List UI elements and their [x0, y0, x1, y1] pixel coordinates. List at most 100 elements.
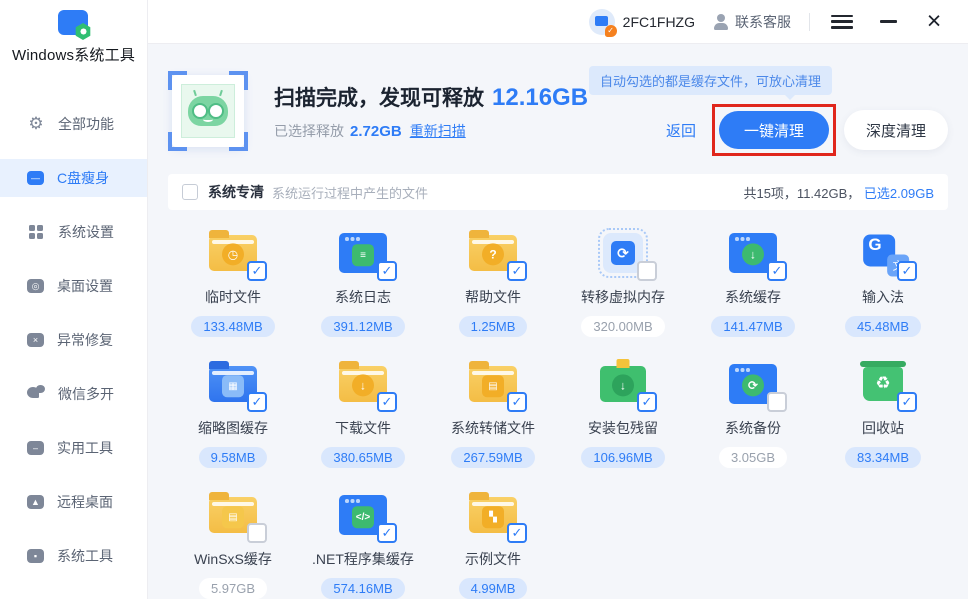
minimize-icon: [880, 20, 897, 23]
item-name: 系统缓存: [725, 287, 781, 307]
section-stats: 共15项，11.42GB， 已选2.09GB: [743, 183, 934, 202]
sidebar-item-desktop-settings[interactable]: ◎ 桌面设置: [0, 267, 147, 305]
cleanup-item-dotnet-cache[interactable]: </> ✓ .NET程序集缓存 574.16MB: [298, 492, 428, 599]
item-checkbox[interactable]: ✓: [247, 392, 267, 412]
item-checkbox[interactable]: [247, 523, 267, 543]
highlight-annotation: 一键清理: [712, 104, 836, 156]
item-checkbox[interactable]: ✓: [377, 392, 397, 412]
item-size-badge: 391.12MB: [321, 316, 404, 337]
app-logo: Windows系统工具: [0, 0, 147, 65]
app-title: Windows系统工具: [8, 44, 139, 65]
cleanup-item-help-files[interactable]: ? ✓ 帮助文件 1.25MB: [428, 230, 558, 337]
cleanup-items-grid: ◷ ✓ 临时文件 133.48MB ≡ ✓ 系统日志 391.12MB: [168, 210, 948, 599]
item-name: WinSxS缓存: [194, 549, 272, 569]
cleanup-item-temp-files[interactable]: ◷ ✓ 临时文件 133.48MB: [168, 230, 298, 337]
remote-desktop-icon: ▲: [27, 495, 44, 509]
item-checkbox[interactable]: ✓: [377, 261, 397, 281]
cleanup-item-input-method[interactable]: G ✓ 输入法 45.48MB: [818, 230, 948, 337]
sidebar-item-c-drive-slim[interactable]: — C盘瘦身: [0, 159, 147, 197]
one-click-clean-button[interactable]: 一键清理: [719, 111, 829, 149]
item-checkbox[interactable]: ✓: [897, 392, 917, 412]
cleanup-item-virtual-memory[interactable]: ⟳ 转移虚拟内存 320.00MB: [558, 230, 688, 337]
back-button[interactable]: 返回: [666, 120, 696, 141]
sidebar-item-label: 实用工具: [57, 438, 113, 458]
system-cache-window-icon: ↓ ✓: [727, 230, 779, 276]
item-checkbox[interactable]: ✓: [247, 261, 267, 281]
thumbnail-cache-folder-icon: ▦ ✓: [207, 361, 259, 407]
item-name: 下载文件: [335, 418, 391, 438]
sidebar-nav: ⚙ 全部功能 — C盘瘦身 系统设置 ◎ 桌面设置 × 异常修复 微信多开 – …: [0, 105, 147, 575]
sample-files-folder-icon: ▚ ✓: [467, 492, 519, 538]
contact-support-button[interactable]: 联系客服: [713, 12, 791, 32]
dump-files-folder-icon: ▤ ✓: [467, 361, 519, 407]
item-name: 安装包残留: [588, 418, 658, 438]
menu-button[interactable]: [828, 8, 856, 36]
item-checkbox[interactable]: ✓: [637, 392, 657, 412]
sidebar-item-system-tools[interactable]: ▪ 系统工具: [0, 537, 147, 575]
item-checkbox[interactable]: [637, 261, 657, 281]
stats-selected[interactable]: 已选2.09GB: [864, 186, 934, 201]
item-checkbox[interactable]: ✓: [507, 523, 527, 543]
cleanup-item-recycle-bin[interactable]: ♻ ✓ 回收站 83.34MB: [818, 361, 948, 468]
cleanup-item-system-backup[interactable]: ⟳ 系统备份 3.05GB: [688, 361, 818, 468]
item-name: 临时文件: [205, 287, 261, 307]
gear-icon: ⚙: [27, 115, 45, 133]
sidebar-item-label: 全部功能: [58, 114, 114, 134]
toolbox-icon: –: [27, 441, 44, 455]
item-checkbox[interactable]: ✓: [897, 261, 917, 281]
cleanup-item-system-cache[interactable]: ↓ ✓ 系统缓存 141.47MB: [688, 230, 818, 337]
item-size-badge: 5.97GB: [199, 578, 267, 599]
select-all-checkbox[interactable]: [182, 184, 198, 200]
app-logo-icon: [56, 10, 92, 40]
item-checkbox[interactable]: ✓: [507, 261, 527, 281]
account-badge[interactable]: 2FC1FHZG: [589, 9, 695, 35]
cleanup-item-thumbnail-cache[interactable]: ▦ ✓ 缩略图缓存 9.58MB: [168, 361, 298, 468]
item-checkbox[interactable]: ✓: [767, 261, 787, 281]
close-button[interactable]: ×: [920, 8, 948, 36]
sidebar-item-utilities[interactable]: – 实用工具: [0, 429, 147, 467]
hamburger-icon: [831, 15, 853, 29]
item-name: 系统备份: [725, 418, 781, 438]
titlebar-divider: [809, 13, 810, 31]
sidebar-item-all-features[interactable]: ⚙ 全部功能: [0, 105, 147, 143]
cleanup-item-system-logs[interactable]: ≡ ✓ 系统日志 391.12MB: [298, 230, 428, 337]
item-checkbox[interactable]: ✓: [377, 523, 397, 543]
system-clean-section-header: 系统专清 系统运行过程中产生的文件 共15项，11.42GB， 已选2.09GB: [168, 174, 948, 210]
sidebar-item-remote-desktop[interactable]: ▲ 远程桌面: [0, 483, 147, 521]
item-size-badge: 320.00MB: [581, 316, 664, 337]
item-size-badge: 3.05GB: [719, 447, 787, 468]
sidebar-item-wechat-multi[interactable]: 微信多开: [0, 375, 147, 413]
item-checkbox[interactable]: ✓: [507, 392, 527, 412]
cleanup-item-installer-residue[interactable]: ↓ ✓ 安装包残留 106.96MB: [558, 361, 688, 468]
dotnet-cache-window-icon: </> ✓: [337, 492, 389, 538]
sidebar-item-label: 微信多开: [58, 384, 114, 404]
deep-clean-button[interactable]: 深度清理: [844, 110, 948, 150]
item-size-badge: 133.48MB: [191, 316, 274, 337]
cleanup-item-sample-files[interactable]: ▚ ✓ 示例文件 4.99MB: [428, 492, 558, 599]
apps-grid-icon: [27, 223, 45, 241]
recycle-bin-trash-icon: ♻ ✓: [857, 361, 909, 407]
minimize-button[interactable]: [874, 8, 902, 36]
sidebar-item-error-repair[interactable]: × 异常修复: [0, 321, 147, 359]
sidebar-item-label: 远程桌面: [57, 492, 113, 512]
item-name: 帮助文件: [465, 287, 521, 307]
sidebar: Windows系统工具 ⚙ 全部功能 — C盘瘦身 系统设置 ◎ 桌面设置 × …: [0, 0, 148, 599]
item-size-badge: 106.96MB: [581, 447, 664, 468]
cleanup-item-dump-files[interactable]: ▤ ✓ 系统转储文件 267.59MB: [428, 361, 558, 468]
item-name: 缩略图缓存: [198, 418, 268, 438]
item-name: .NET程序集缓存: [312, 549, 414, 569]
temp-files-folder-icon: ◷ ✓: [207, 230, 259, 276]
item-size-badge: 380.65MB: [321, 447, 404, 468]
robot-face-icon: [188, 96, 228, 126]
virtual-memory-chip-icon: ⟳: [597, 230, 649, 276]
item-checkbox[interactable]: [767, 392, 787, 412]
main-content: 扫描完成，发现可释放 12.16GB 已选择释放 2.72GB 重新扫描 自动勾…: [148, 44, 968, 599]
title-bar: 2FC1FHZG 联系客服 ×: [148, 0, 968, 44]
item-name: 转移虚拟内存: [581, 287, 665, 307]
sidebar-item-system-settings[interactable]: 系统设置: [0, 213, 147, 251]
item-size-badge: 4.99MB: [459, 578, 528, 599]
cleanup-item-downloads[interactable]: ↓ ✓ 下载文件 380.65MB: [298, 361, 428, 468]
rescan-link[interactable]: 重新扫描: [410, 121, 466, 141]
scan-result-header: 扫描完成，发现可释放 12.16GB 已选择释放 2.72GB 重新扫描 自动勾…: [168, 66, 948, 156]
cleanup-item-winsxs-cache[interactable]: ▤ WinSxS缓存 5.97GB: [168, 492, 298, 599]
